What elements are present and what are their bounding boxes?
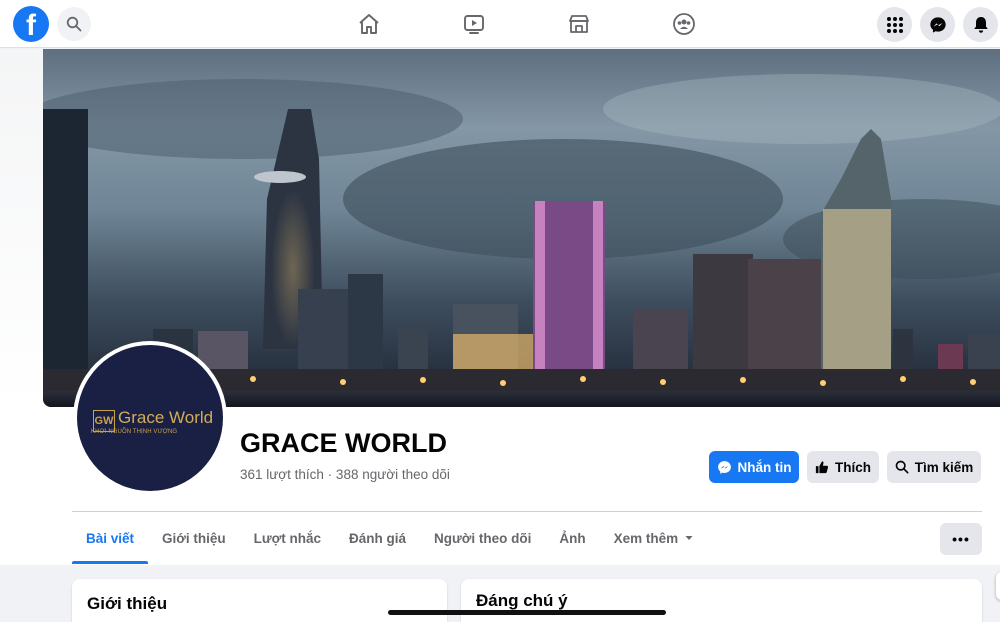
edge-scroll-button[interactable] [996,572,1000,600]
top-navigation-bar: f [0,0,1000,48]
tab-mentions[interactable]: Lượt nhắc [240,512,335,564]
page-title: GRACE WORLD [240,428,447,458]
search-icon [66,16,82,32]
tab-posts[interactable]: Bài viết [72,512,149,564]
tab-about[interactable]: Giới thiệu [148,512,240,564]
marketplace-icon [569,15,589,33]
tab-reviews[interactable]: Đánh giá [335,512,420,564]
caret-down-icon [685,536,693,540]
intro-card: Giới thiệu [72,579,447,622]
page-tabs: Bài viết Giới thiệu Lượt nhắc Đánh giá N… [72,512,708,564]
menu-grid-icon [886,16,903,33]
messenger-icon [717,460,731,474]
featured-card: Đáng chú ý [461,579,982,622]
thumbs-up-icon [815,461,829,474]
nav-groups[interactable] [670,10,698,38]
facebook-logo[interactable]: f [13,6,49,42]
watch-icon [464,15,484,34]
menu-button[interactable] [877,7,912,42]
like-button[interactable]: Thích [807,451,879,483]
nav-marketplace[interactable] [565,10,593,38]
page-search-button[interactable]: Tìm kiếm [887,451,981,483]
like-button-label: Thích [835,459,871,475]
message-button-label: Nhắn tin [737,459,792,475]
home-indicator[interactable] [388,610,666,615]
nav-watch[interactable] [460,10,488,38]
page-stats: 361 lượt thích · 388 người theo dõi [240,467,450,482]
grace-world-logo: GW Grace World KHƠI NGUỒN THỊNH VƯỢNG [77,345,223,491]
tab-followers[interactable]: Người theo dõi [420,512,545,564]
page-avatar[interactable]: GW Grace World KHƠI NGUỒN THỊNH VƯỢNG [73,341,227,495]
nav-home[interactable] [355,10,383,38]
groups-icon [673,13,695,35]
message-button[interactable]: Nhắn tin [709,451,799,483]
tab-see-more[interactable]: Xem thêm [600,512,709,564]
messenger-icon [929,16,946,33]
logo-wordmark: Grace World [118,408,214,427]
home-icon [359,14,379,34]
search-button[interactable] [57,7,91,41]
notifications-button[interactable] [963,7,998,42]
logo-letter: f [26,9,36,42]
search-button-label: Tìm kiếm [914,459,974,475]
search-icon [895,460,909,474]
intro-card-title: Giới thiệu [87,594,168,613]
messenger-button[interactable] [920,7,955,42]
notifications-icon [973,16,988,33]
featured-card-title: Đáng chú ý [476,591,568,610]
more-options-button[interactable]: ••• [940,523,982,555]
logo-tagline: KHƠI NGUỒN THỊNH VƯỢNG [91,429,178,435]
tab-photos[interactable]: Ảnh [545,512,599,564]
